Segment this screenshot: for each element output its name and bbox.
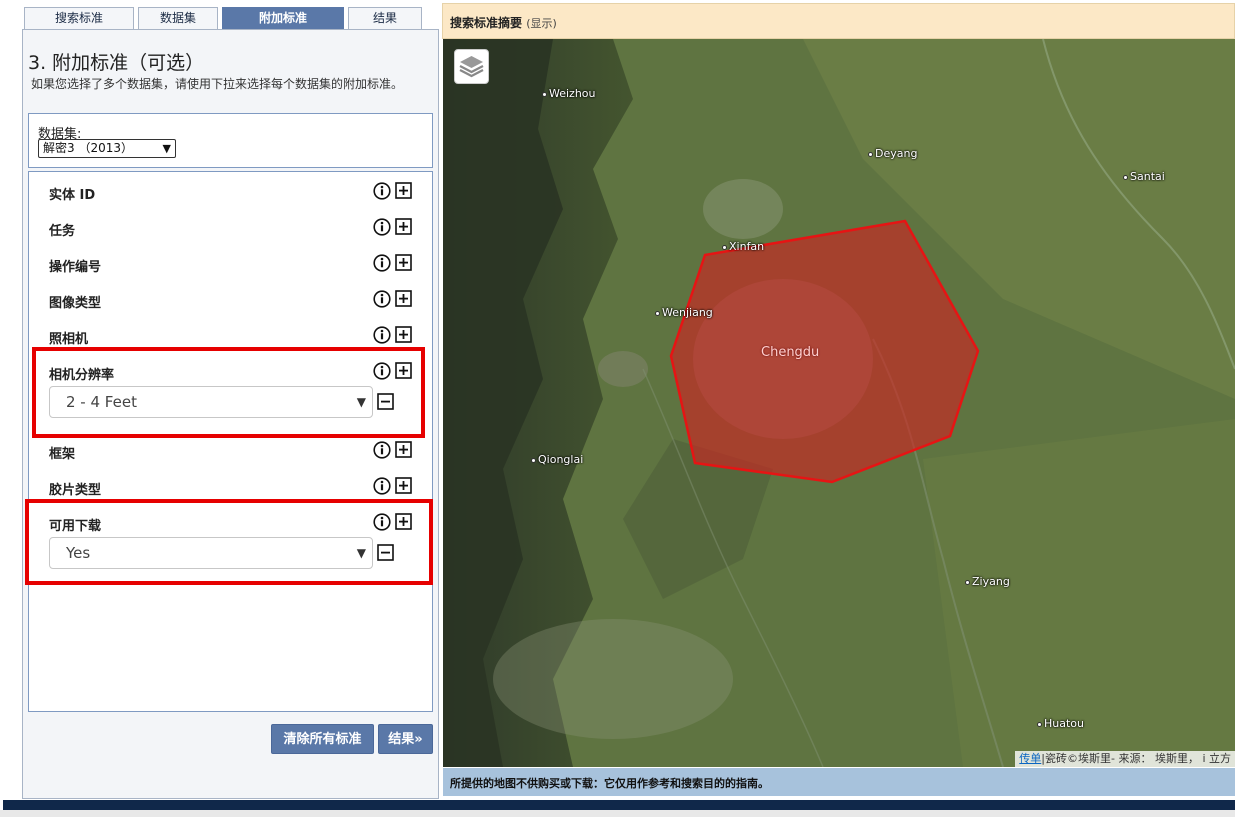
city-label: Deyang [868,147,917,160]
criterion-entity-id: 实体 ID [29,178,432,206]
leaflet-link[interactable]: 传单 [1019,752,1041,765]
city-marker [965,579,970,585]
city-marker [542,91,547,97]
tab-datasets[interactable]: 数据集 [138,7,218,29]
expand-plus-icon[interactable] [395,290,412,307]
map-disclaimer-text: 所提供的地图不供购买或下载：它仅用作参考和搜索目的的指南。 [450,777,769,790]
info-icon[interactable] [373,218,391,236]
criterion-image-type: 图像类型 [29,286,432,314]
criterion-label: 图像类型 [49,296,102,311]
criteria-list: 实体 ID 任务 操作编号 图像类型 照相机 相机分辨率 2 - 4 Feet … [28,171,433,712]
expand-plus-icon[interactable] [395,477,412,494]
expand-plus-icon[interactable] [395,254,412,271]
search-summary-header: 搜索标准摘要 (显示) [442,3,1235,39]
search-summary-title: 搜索标准摘要 (显示) [450,14,557,31]
expand-plus-icon[interactable] [395,326,412,343]
tab-search-criteria[interactable]: 搜索标准 [24,7,134,29]
chevron-down-icon: ▼ [162,142,171,155]
city-marker [868,151,873,157]
map-attribution: 传单|瓷砖©埃斯里- 来源： 埃斯里， i 立方 [1015,751,1235,767]
tab-bar: 搜索标准 数据集 附加标准 结果 [24,7,422,29]
highlight-download-available [25,499,433,585]
city-label: Santai [1123,170,1165,183]
info-icon[interactable] [373,441,391,459]
expand-plus-icon[interactable] [395,182,412,199]
info-icon[interactable] [373,254,391,272]
show-toggle-link[interactable]: (显示) [526,17,557,30]
dataset-select-value: 解密3 （2013） [43,141,133,155]
criterion-film-type: 胶片类型 [29,473,432,501]
satellite-map[interactable]: Weizhou Deyang Santai Xinfan Wenjiang Qi… [443,39,1235,767]
tab-additional-criteria[interactable]: 附加标准 [222,7,344,29]
clear-all-criteria-button[interactable]: 清除所有标准 [271,724,374,754]
aoi-city-label: Chengdu [761,345,820,360]
dataset-selector-box: 数据集: 解密3 （2013） ▼ [28,113,433,168]
criterion-label: 实体 ID [49,188,96,203]
highlight-camera-resolution [32,347,425,438]
city-label: Huatou [1037,717,1084,730]
horizontal-scrollbar[interactable] [0,810,1235,817]
city-label: Weizhou [542,87,596,100]
city-label: Qionglai [531,453,583,466]
city-marker [1123,174,1128,180]
city-marker [722,244,727,250]
info-icon[interactable] [373,182,391,200]
city-label: Xinfan [722,240,764,253]
criterion-label: 胶片类型 [49,483,102,498]
dataset-select[interactable]: 解密3 （2013） ▼ [38,139,176,158]
city-label: Ziyang [965,575,1010,588]
criterion-label: 框架 [49,447,76,462]
layers-button[interactable] [454,49,489,84]
step-description: 如果您选择了多个数据集，请使用下拉来选择每个数据集的附加标准。 [31,77,404,91]
page-title: 3. 附加标准（可选） [28,52,205,74]
page-footer-bar [3,800,1235,810]
city-label: Wenjiang [655,306,713,319]
search-summary-title-text: 搜索标准摘要 [450,16,523,30]
criterion-label: 照相机 [49,332,89,347]
criterion-label: 操作编号 [49,260,102,275]
info-icon[interactable] [373,477,391,495]
info-icon[interactable] [373,290,391,308]
city-marker [531,457,536,463]
map-disclaimer-bar: 所提供的地图不供购买或下载：它仅用作参考和搜索目的的指南。 [443,768,1235,796]
criterion-label: 任务 [49,224,76,239]
layers-icon [459,56,484,78]
tab-results[interactable]: 结果 [348,7,422,29]
expand-plus-icon[interactable] [395,441,412,458]
results-button[interactable]: 结果» [378,724,433,754]
city-marker [655,310,660,316]
map-imagery [443,39,1235,767]
expand-plus-icon[interactable] [395,218,412,235]
criterion-camera: 照相机 [29,322,432,350]
criterion-mission: 任务 [29,214,432,242]
criterion-frame: 框架 [29,437,432,465]
city-marker [1037,721,1042,727]
attribution-text: |瓷砖©埃斯里- 来源： 埃斯里， i 立方 [1041,752,1231,765]
info-icon[interactable] [373,326,391,344]
criterion-operation-number: 操作编号 [29,250,432,278]
